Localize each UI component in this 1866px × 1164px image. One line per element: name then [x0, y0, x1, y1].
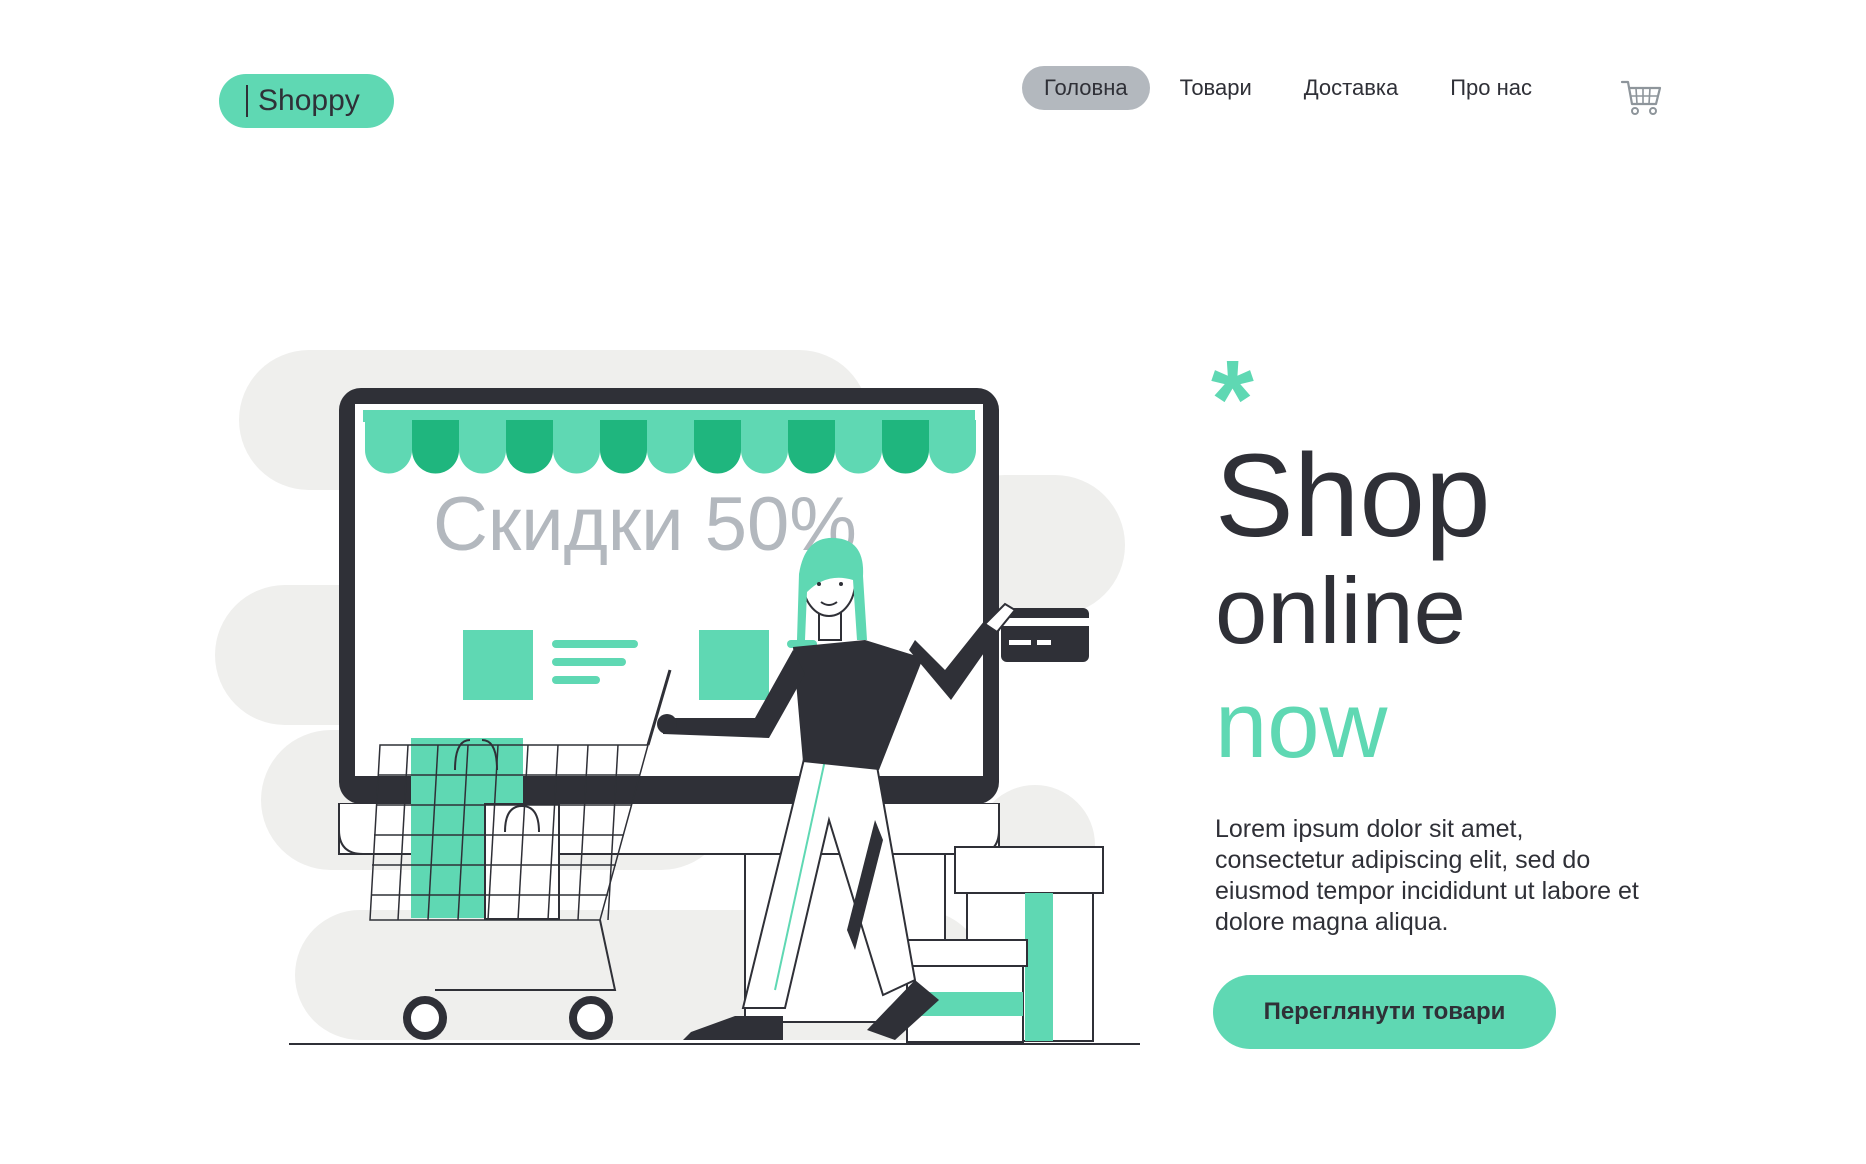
logo-button[interactable]: Shoppy [219, 74, 394, 128]
hero-title-line-3: now [1215, 672, 1388, 777]
nav-item-delivery[interactable]: Доставка [1282, 66, 1420, 110]
logo-text: Shoppy [258, 84, 360, 117]
hero-illustration: Скидки 50% [215, 350, 1140, 1045]
nav-item-about[interactable]: Про нас [1428, 66, 1554, 110]
hero-text: * Shop online now Lorem ipsum dolor sit … [1211, 345, 1675, 938]
hero-title-line-1: Shop [1215, 430, 1491, 562]
shopping-cart-icon[interactable] [1620, 78, 1664, 118]
view-products-button[interactable]: Переглянути товари [1213, 975, 1556, 1049]
main-nav: Головна Товари Доставка Про нас [1022, 66, 1562, 110]
header: Shoppy Головна Товари Доставка Про нас [0, 0, 1866, 180]
credit-card-icon [983, 602, 1089, 662]
nav-item-products[interactable]: Товари [1158, 66, 1274, 110]
nav-item-home[interactable]: Головна [1022, 66, 1150, 110]
sale-text: Скидки 50% [433, 482, 857, 567]
asterisk-icon: * [1211, 338, 1254, 461]
hero-title-line-2: online [1215, 558, 1466, 663]
logo-bar [246, 85, 248, 117]
hero-description: Lorem ipsum dolor sit amet, consectetur … [1215, 815, 1639, 936]
